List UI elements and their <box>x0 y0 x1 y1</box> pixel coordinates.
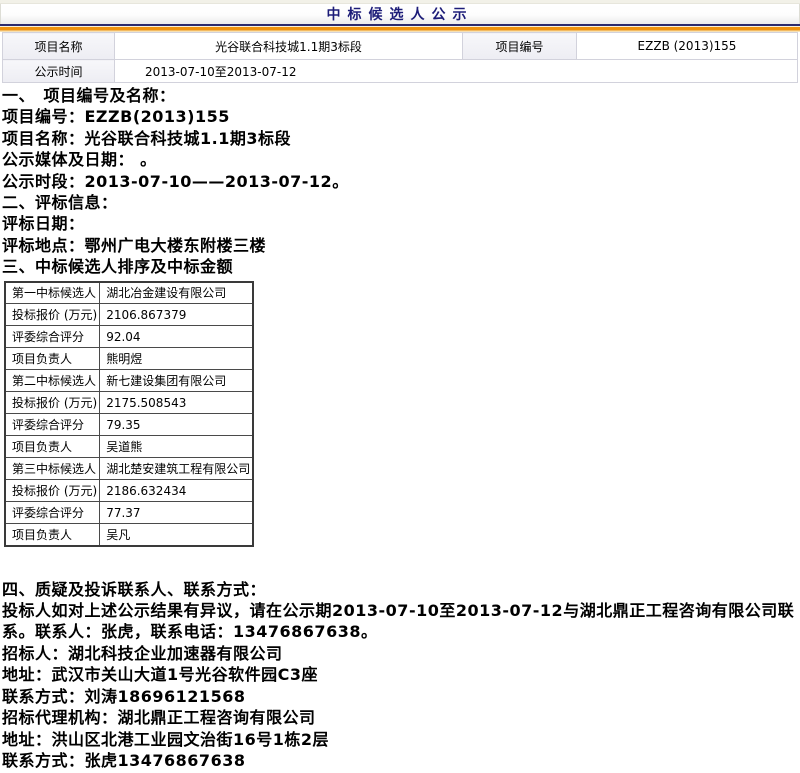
row-label: 第三中标候选人 <box>5 458 100 480</box>
table-row: 项目名称 光谷联合科技城1.1期3标段 项目编号 EZZB (2013)155 <box>3 33 798 60</box>
project-no-label: 项目编号 <box>463 33 577 60</box>
body-line: 地址：洪山区北港工业园文治街16号1栋2层 <box>2 729 799 750</box>
section3-heading: 三、中标候选人排序及中标金额 <box>2 256 799 277</box>
table-row: 第三中标候选人 湖北楚安建筑工程有限公司 <box>5 458 253 480</box>
section4-heading: 四、质疑及投诉联系人、联系方式： <box>2 579 799 600</box>
project-name-value: 光谷联合科技城1.1期3标段 <box>115 33 463 60</box>
body-line: 联系方式：张虎13476867638 <box>2 750 799 771</box>
body-line: 地址：武汉市关山大道1号光谷软件园C3座 <box>2 664 799 685</box>
body-line: 项目名称：光谷联合科技城1.1期3标段 <box>2 128 799 149</box>
table-row: 第一中标候选人 湖北冶金建设有限公司 <box>5 282 253 304</box>
body-line: 公示媒体及日期： 。 <box>2 149 799 170</box>
body-line: 公示时段：2013-07-10——2013-07-12。 <box>2 171 799 192</box>
table-row: 公示时间 2013-07-10至2013-07-12 <box>3 60 798 83</box>
row-label: 评委综合评分 <box>5 326 100 348</box>
table-row: 投标报价 (万元) 2175.508543 <box>5 392 253 414</box>
body-line: 评标地点：鄂州广电大楼东附楼三楼 <box>2 235 799 256</box>
row-label: 第一中标候选人 <box>5 282 100 304</box>
body-line: 招标人：湖北科技企业加速器有限公司 <box>2 643 799 664</box>
row-label: 项目负责人 <box>5 524 100 546</box>
row-label: 评委综合评分 <box>5 502 100 524</box>
row-label: 第二中标候选人 <box>5 370 100 392</box>
body-line: 投标人如对上述公示结果有异议，请在公示期2013-07-10至2013-07-1… <box>2 600 799 643</box>
publicity-time-value: 2013-07-10至2013-07-12 <box>115 60 798 83</box>
announcement-body: 一、 项目编号及名称： 项目编号：EZZB(2013)155 项目名称：光谷联合… <box>0 83 800 771</box>
publicity-time-label: 公示时间 <box>3 60 115 83</box>
row-value: 熊明煜 <box>100 348 254 370</box>
bid-candidates-table: 第一中标候选人 湖北冶金建设有限公司 投标报价 (万元) 2106.867379… <box>4 281 254 547</box>
row-value: 吴道熊 <box>100 436 254 458</box>
row-value: 2106.867379 <box>100 304 254 326</box>
row-label: 项目负责人 <box>5 348 100 370</box>
row-value: 92.04 <box>100 326 254 348</box>
body-line: 评标日期： <box>2 213 799 234</box>
section2-heading: 二、评标信息： <box>2 192 799 213</box>
spacer <box>2 547 800 579</box>
row-label: 投标报价 (万元) <box>5 480 100 502</box>
project-summary-table: 项目名称 光谷联合科技城1.1期3标段 项目编号 EZZB (2013)155 … <box>2 32 798 83</box>
row-value: 吴凡 <box>100 524 254 546</box>
table-row: 评委综合评分 79.35 <box>5 414 253 436</box>
row-value: 湖北冶金建设有限公司 <box>100 282 254 304</box>
body-line: 联系方式：刘涛18696121568 <box>2 686 799 707</box>
table-row: 第二中标候选人 新七建设集团有限公司 <box>5 370 253 392</box>
row-label: 投标报价 (万元) <box>5 392 100 414</box>
table-row: 投标报价 (万元) 2106.867379 <box>5 304 253 326</box>
announcement-title-bar: 中标候选人公示 <box>0 4 800 24</box>
body-line: 招标代理机构：湖北鼎正工程咨询有限公司 <box>2 707 799 728</box>
table-row: 项目负责人 吴凡 <box>5 524 253 546</box>
row-label: 评委综合评分 <box>5 414 100 436</box>
project-no-value: EZZB (2013)155 <box>577 33 798 60</box>
row-value: 77.37 <box>100 502 254 524</box>
section1-heading: 一、 项目编号及名称： <box>2 85 799 106</box>
row-value: 2186.632434 <box>100 480 254 502</box>
table-row: 项目负责人 熊明煜 <box>5 348 253 370</box>
row-value: 79.35 <box>100 414 254 436</box>
row-label: 投标报价 (万元) <box>5 304 100 326</box>
row-label: 项目负责人 <box>5 436 100 458</box>
table-row: 项目负责人 吴道熊 <box>5 436 253 458</box>
row-value: 新七建设集团有限公司 <box>100 370 254 392</box>
table-row: 评委综合评分 77.37 <box>5 502 253 524</box>
table-row: 评委综合评分 92.04 <box>5 326 253 348</box>
body-line: 项目编号：EZZB(2013)155 <box>2 106 799 127</box>
row-value: 湖北楚安建筑工程有限公司 <box>100 458 254 480</box>
page-title: 中标候选人公示 <box>327 5 474 25</box>
row-value: 2175.508543 <box>100 392 254 414</box>
table-row: 投标报价 (万元) 2186.632434 <box>5 480 253 502</box>
project-name-label: 项目名称 <box>3 33 115 60</box>
